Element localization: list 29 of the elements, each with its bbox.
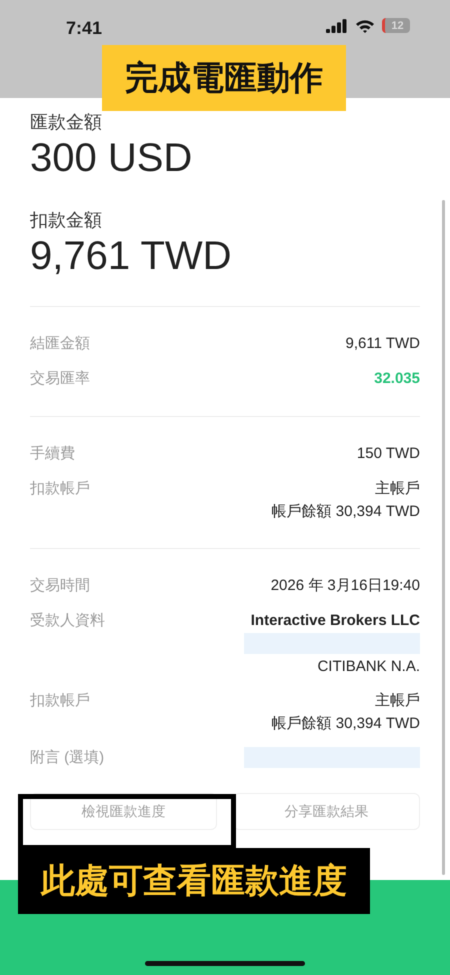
annotation-tooltip: 此處可查看匯款進度 [18,848,370,914]
detail-label: 交易匯率 [30,369,90,389]
amount-label: 匯款金額 [30,111,103,134]
status-time: 7:41 [66,18,102,39]
signal-icon [326,18,348,32]
detail-value: 帳戶餘額 30,394 TWD [272,714,420,734]
detail-label: 結匯金額 [30,334,90,354]
detail-label: 扣款帳戶 [30,479,90,499]
detail-label: 扣款帳戶 [30,691,90,711]
amount-label: 扣款金額 [30,209,103,232]
detail-value: 9,611 TWD [346,334,420,354]
battery-icon: 12 [382,18,410,33]
detail-value: 主帳戶 [375,691,420,711]
annotation-banner: 完成電匯動作 [102,45,346,111]
detail-value: Interactive Brokers LLC [250,611,420,631]
detail-value: 2026 年 3月16日19:40 [270,576,420,596]
detail-value: 32.035 [374,369,420,389]
wifi-icon [355,18,375,32]
detail-value: 帳戶餘額 30,394 TWD [272,502,420,522]
detail-label: 交易時間 [30,576,90,596]
detail-value: CITIBANK N.A. [317,657,420,677]
detail-value: 150 TWD [356,444,420,464]
detail-label: 附言 (選填) [30,748,104,768]
action-button[interactable]: 分享匯款結果 [233,793,420,830]
detail-value: 主帳戶 [375,479,420,499]
detail-label: 手續費 [30,444,75,464]
amount-value: 300 USD [30,135,194,182]
detail-label: 受款人資料 [30,611,105,631]
amount-value: 9,761 TWD [30,233,233,280]
